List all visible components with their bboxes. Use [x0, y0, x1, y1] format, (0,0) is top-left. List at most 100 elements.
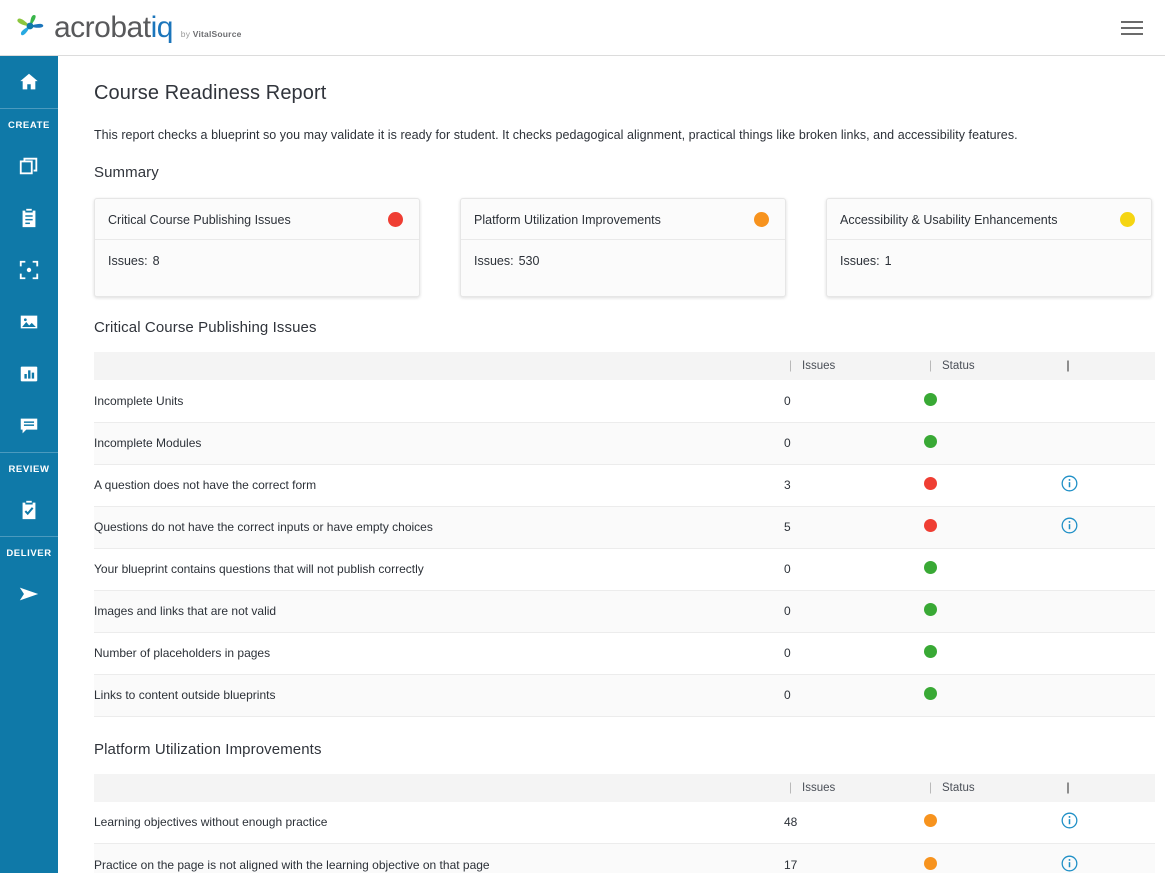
column-header-status[interactable]: Status [924, 774, 1061, 802]
row-name: Learning objectives without enough pract… [94, 802, 784, 844]
row-name: Incomplete Modules [94, 422, 784, 464]
table-row[interactable]: Incomplete Units 0 [94, 380, 1155, 422]
row-status [924, 422, 1061, 464]
column-header-name[interactable] [94, 774, 784, 802]
info-icon[interactable] [1061, 812, 1078, 829]
table-row[interactable]: Links to content outside blueprints 0 [94, 674, 1155, 716]
table-row[interactable]: Your blueprint contains questions that w… [94, 548, 1155, 590]
column-header-issues[interactable]: Issues [784, 352, 924, 380]
summary-card-critical[interactable]: Critical Course Publishing Issues Issues… [94, 198, 420, 297]
table-row[interactable]: A question does not have the correct for… [94, 464, 1155, 506]
comment-icon [18, 415, 40, 437]
table-row[interactable]: Incomplete Modules 0 [94, 422, 1155, 464]
row-status [924, 380, 1061, 422]
hamburger-menu-icon[interactable] [1109, 5, 1155, 51]
summary-card-accessibility[interactable]: Accessibility & Usability Enhancements I… [826, 198, 1152, 297]
issues-count: 1 [885, 254, 892, 268]
top-bar: acrobatiq by VitalSource [0, 0, 1165, 56]
row-name: Links to content outside blueprints [94, 674, 784, 716]
row-status [924, 844, 1061, 873]
issues-count: 530 [519, 254, 540, 268]
bar-chart-icon [18, 363, 40, 385]
row-name: Practice on the page is not aligned with… [94, 844, 784, 873]
sidebar-item-pages[interactable] [0, 140, 58, 192]
column-header-issues[interactable]: Issues [784, 774, 924, 802]
column-header-info[interactable] [1061, 774, 1155, 802]
table-row[interactable]: Practice on the page is not aligned with… [94, 844, 1155, 873]
card-header: Platform Utilization Improvements [461, 199, 785, 240]
row-issues: 0 [784, 422, 924, 464]
card-header: Critical Course Publishing Issues [95, 199, 419, 240]
row-info [1061, 506, 1155, 548]
logo-subtitle: by VitalSource [181, 29, 242, 39]
sidebar-item-media[interactable] [0, 296, 58, 348]
table-header-row: Issues Status [94, 774, 1155, 802]
table-header-row: Issues Status [94, 352, 1155, 380]
row-issues: 5 [784, 506, 924, 548]
sidebar-group-label-review: REVIEW [0, 453, 58, 484]
sidebar-item-focus[interactable] [0, 244, 58, 296]
table-row[interactable]: Learning objectives without enough pract… [94, 802, 1155, 844]
home-icon [18, 71, 40, 93]
sidebar-item-home[interactable] [0, 56, 58, 108]
card-title: Accessibility & Usability Enhancements [840, 213, 1057, 227]
table-row[interactable]: Questions do not have the correct inputs… [94, 506, 1155, 548]
section-heading-platform: Platform Utilization Improvements [94, 741, 1165, 758]
row-info [1061, 548, 1155, 590]
column-header-info[interactable] [1061, 352, 1155, 380]
clipboard-icon [18, 207, 40, 229]
sidebar-item-deliver[interactable] [0, 568, 58, 620]
card-title: Platform Utilization Improvements [474, 213, 661, 227]
row-info [1061, 422, 1155, 464]
summary-card-platform[interactable]: Platform Utilization Improvements Issues… [460, 198, 786, 297]
row-info [1061, 674, 1155, 716]
status-dot-critical [924, 519, 937, 532]
sidebar-item-comments[interactable] [0, 400, 58, 452]
sidebar-item-review[interactable] [0, 484, 58, 536]
info-icon[interactable] [1061, 517, 1078, 534]
brand-wordmark: acrobatiq by VitalSource [54, 13, 242, 43]
row-status [924, 632, 1061, 674]
status-dot-ok [924, 603, 937, 616]
copy-pages-icon [18, 155, 40, 177]
row-status [924, 802, 1061, 844]
table-row[interactable]: Number of placeholders in pages 0 [94, 632, 1155, 674]
row-status [924, 464, 1061, 506]
row-name: Number of placeholders in pages [94, 632, 784, 674]
status-dot-ok [924, 393, 937, 406]
logo-word-accent: iq [151, 11, 173, 44]
sidebar-item-assignments[interactable] [0, 192, 58, 244]
row-info [1061, 632, 1155, 674]
issues-label: Issues: [108, 254, 148, 268]
column-header-name[interactable] [94, 352, 784, 380]
row-issues: 0 [784, 380, 924, 422]
app-window: acrobatiq by VitalSource CREATE [0, 0, 1165, 873]
issues-label: Issues: [840, 254, 880, 268]
row-name: Incomplete Units [94, 380, 784, 422]
summary-heading: Summary [94, 164, 1165, 181]
status-dot-ok [924, 687, 937, 700]
info-icon[interactable] [1061, 855, 1078, 872]
row-issues: 17 [784, 844, 924, 873]
info-icon[interactable] [1061, 475, 1078, 492]
row-name: Images and links that are not valid [94, 590, 784, 632]
column-header-status[interactable]: Status [924, 352, 1061, 380]
sidebar-item-analytics[interactable] [0, 348, 58, 400]
status-dot-ok [924, 561, 937, 574]
row-name: Your blueprint contains questions that w… [94, 548, 784, 590]
card-body: Issues:530 [461, 240, 785, 296]
image-icon [18, 311, 40, 333]
row-info [1061, 844, 1155, 873]
row-info [1061, 380, 1155, 422]
table-row[interactable]: Images and links that are not valid 0 [94, 590, 1155, 632]
main-content: Course Readiness Report This report chec… [58, 56, 1165, 873]
brand-logo[interactable]: acrobatiq by VitalSource [0, 7, 242, 49]
card-title: Critical Course Publishing Issues [108, 213, 291, 227]
menu-line [1121, 27, 1143, 29]
critical-issues-rows: Incomplete Units 0 Incomplete Modules 0 … [94, 380, 1155, 716]
menu-line [1121, 33, 1143, 35]
status-dot-critical [924, 477, 937, 490]
clipboard-check-icon [18, 499, 40, 521]
row-issues: 0 [784, 590, 924, 632]
logo-word-primary: acrobat [54, 11, 151, 44]
